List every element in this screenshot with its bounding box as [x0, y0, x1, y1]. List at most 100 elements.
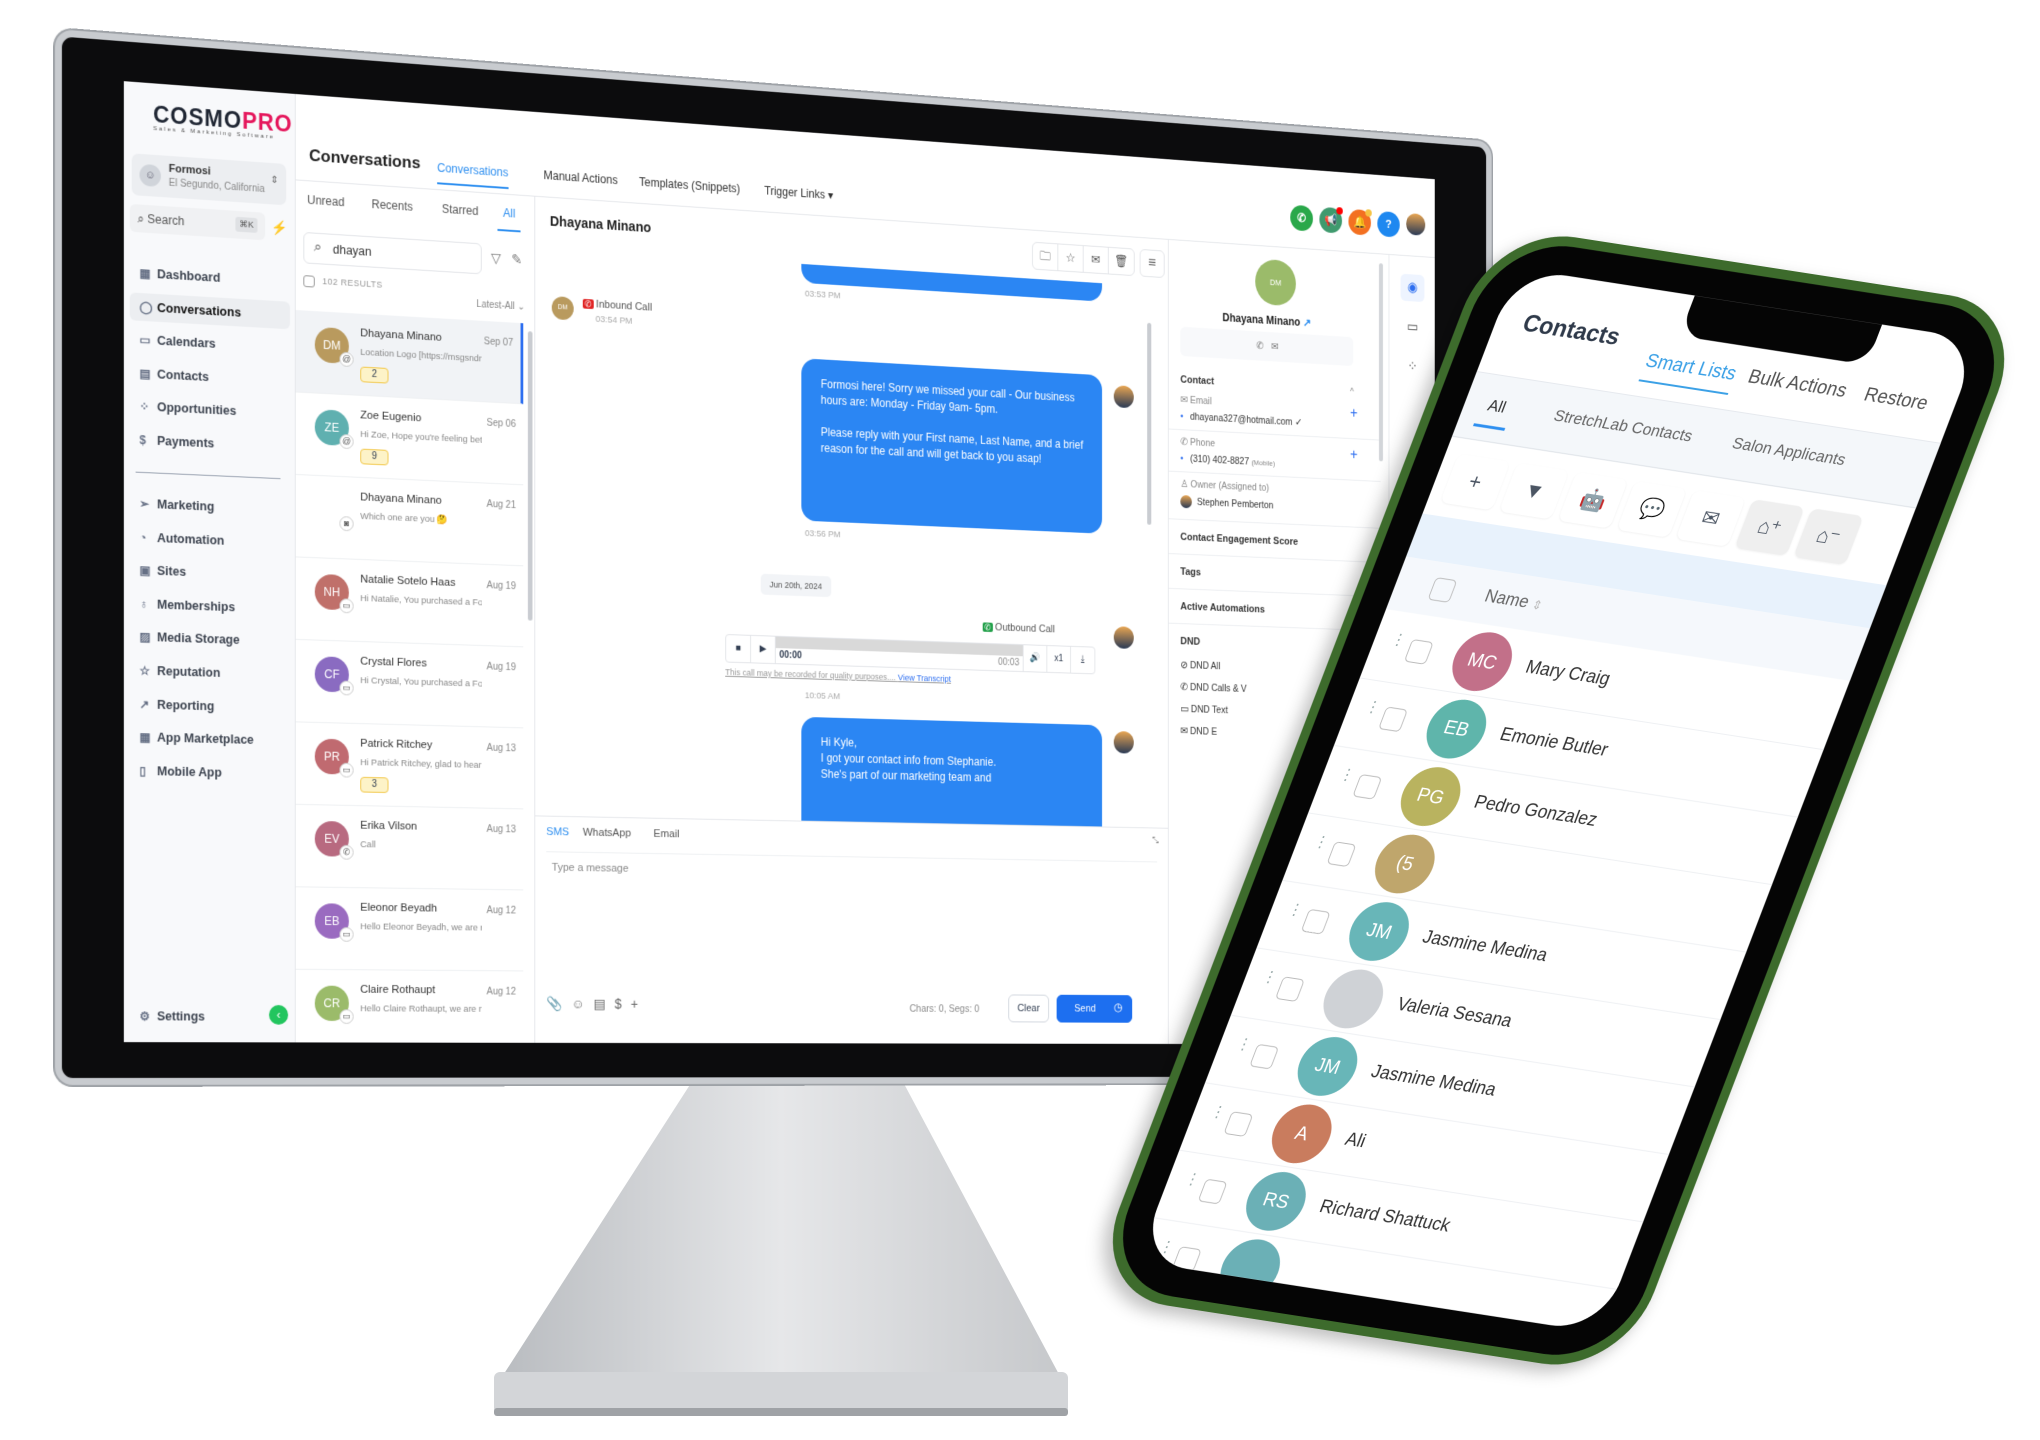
sidebar-item-contacts[interactable]: ▤ Contacts [130, 359, 290, 395]
tab-trigger-links[interactable]: Trigger Links ▾ [764, 184, 833, 202]
play-icon[interactable]: ▶ [750, 635, 776, 664]
scrollbar[interactable] [1147, 322, 1152, 525]
list-stretchlab[interactable]: StretchLab Contacts [1551, 406, 1695, 446]
contact-name[interactable]: Mary Craig [1522, 657, 1613, 690]
tag-remove-icon[interactable]: ⌂⁻ [1793, 508, 1864, 565]
drag-handle-icon[interactable]: ⋮ [1363, 699, 1383, 717]
download-icon[interactable]: ⤓ [1071, 647, 1095, 674]
tab-restore[interactable]: Restore [1861, 384, 1931, 415]
message-icon[interactable]: 💬 [1616, 480, 1688, 538]
select-all-checkbox[interactable] [1427, 577, 1458, 603]
tab-smart-lists[interactable]: Smart Lists [1638, 350, 1740, 395]
row-checkbox[interactable] [1274, 976, 1305, 1003]
plus-icon[interactable]: + [631, 996, 647, 1011]
opportunities-icon[interactable]: ⁘ [1401, 353, 1425, 381]
avatar[interactable] [1406, 212, 1426, 236]
email-button[interactable]: ✉ [1271, 341, 1279, 352]
speed-button[interactable]: x1 [1047, 645, 1071, 673]
tab-sms[interactable]: SMS [546, 826, 569, 838]
contact-name[interactable]: Ali [1342, 1129, 1368, 1153]
drag-handle-icon[interactable]: ⋮ [1208, 1103, 1228, 1121]
sidebar-item-memberships[interactable]: ♁ Memberships [130, 589, 290, 622]
audio-progress[interactable]: 00:00 00:03 [775, 636, 1024, 672]
conversation-item[interactable]: ◙ Dhayana Minano Aug 21 Which one are you 🤔 [295, 474, 524, 567]
row-checkbox[interactable] [1403, 638, 1434, 665]
row-checkbox[interactable] [1326, 841, 1357, 868]
sidebar-search[interactable]: ⌕ Search ⌘K [129, 203, 266, 241]
contact-name[interactable]: Emonie Butler [1497, 725, 1611, 762]
conversation-item[interactable]: NH ▭ Natalie Sotelo Haas Aug 19 Hi Natalie, … [295, 557, 524, 648]
phone-icon[interactable]: ✆ [1290, 204, 1313, 232]
list-salon-applicants[interactable]: Salon Applicants [1729, 434, 1849, 470]
tab-starred[interactable]: Starred [442, 202, 479, 218]
external-link-icon[interactable]: ↗ [1303, 316, 1311, 329]
dnd-text[interactable]: ▭ DND Text [1180, 704, 1227, 716]
sidebar-item-media-storage[interactable]: ▨ Media Storage [130, 623, 290, 656]
drag-handle-icon[interactable]: ⋮ [1234, 1036, 1254, 1054]
tab-recents[interactable]: Recents [372, 197, 413, 213]
conversation-item[interactable]: CF ▭ Crystal Flores Aug 19 Hi Crystal, You p… [295, 639, 524, 729]
tab-conversations[interactable]: Conversations [437, 160, 509, 190]
contact-name[interactable]: Jasmine Medina [1419, 927, 1551, 967]
drag-handle-icon[interactable]: ⋮ [1311, 834, 1331, 852]
message-input[interactable]: Type a message [546, 851, 1158, 981]
volume-icon[interactable]: 🔊 [1023, 645, 1048, 672]
drag-handle-icon[interactable]: ⋮ [1157, 1238, 1177, 1256]
sidebar-item-mobile-app[interactable]: ▯ Mobile App [130, 757, 290, 788]
emoji-icon[interactable]: ☺ [571, 996, 593, 1011]
tab-templates[interactable]: Templates (Snippets) [639, 175, 740, 195]
tab-bulk-actions[interactable]: Bulk Actions [1745, 366, 1850, 403]
row-checkbox[interactable] [1300, 908, 1331, 935]
sidebar-item-automation[interactable]: ◔ Automation [130, 523, 290, 557]
tag-add-icon[interactable]: ⌂⁺ [1734, 499, 1805, 556]
filter-lines-icon[interactable]: ≡ [1139, 248, 1165, 279]
drag-handle-icon[interactable]: ⋮ [1182, 1171, 1202, 1189]
filter-icon[interactable]: ▽ [491, 250, 501, 267]
sort-dropdown[interactable]: Latest-All ⌄ [476, 299, 525, 313]
star-icon[interactable]: ☆ [1058, 244, 1084, 272]
help-icon[interactable]: ? [1377, 210, 1400, 238]
drag-handle-icon[interactable]: ⋮ [1389, 631, 1409, 649]
collapse-sidebar-button[interactable]: ‹ [269, 1004, 289, 1025]
select-all-checkbox[interactable] [303, 275, 315, 288]
sidebar-item-settings[interactable]: ⚙ Settings [130, 1002, 290, 1030]
drag-handle-icon[interactable]: ⋮ [1285, 901, 1305, 919]
view-transcript-link[interactable]: View Transcript [898, 673, 951, 684]
conversation-item[interactable]: CR ▭ Claire Rothaupt Aug 12 Hello Claire Rot… [295, 969, 524, 1045]
row-checkbox[interactable] [1378, 706, 1409, 733]
sidebar-item-sites[interactable]: ▣ Sites [130, 556, 290, 590]
dnd-calls[interactable]: ✆ DND Calls & V [1180, 682, 1246, 695]
trash-icon[interactable]: 🗑 [1109, 248, 1134, 275]
owner-value[interactable]: Stephen Pemberton [1180, 495, 1273, 512]
filter-icon[interactable]: ▼ [1498, 462, 1570, 520]
sidebar-item-marketing[interactable]: ➢ Marketing [130, 489, 290, 524]
conversation-item[interactable]: EB ▭ Eleonor Beyadh Aug 12 Hello Eleonor Bey… [295, 887, 524, 972]
conversation-search-input[interactable]: dhayan [303, 231, 482, 275]
dnd-email[interactable]: ✉ DND E [1180, 726, 1217, 738]
dnd-all[interactable]: ⊘ DND All [1180, 660, 1220, 672]
quick-action-bolt-icon[interactable]: ⚡ [269, 215, 290, 240]
contact-name[interactable]: Richard Shattuck [1316, 1197, 1453, 1238]
tab-whatsapp[interactable]: WhatsApp [583, 827, 631, 839]
stop-icon[interactable]: ■ [726, 634, 751, 663]
sidebar-item-dashboard[interactable]: ▦ Dashboard [130, 259, 290, 296]
compose-icon[interactable]: ✎ [511, 251, 522, 268]
name-column-header[interactable]: Name ⇕ [1482, 586, 1547, 615]
automations-section[interactable]: Active Automations [1180, 601, 1265, 615]
bell-icon[interactable]: 🔔 [1348, 208, 1372, 236]
sidebar-item-calendars[interactable]: ▭ Calendars [130, 325, 290, 362]
clear-button[interactable]: Clear [1008, 994, 1049, 1023]
call-button[interactable]: ✆ [1256, 340, 1264, 351]
row-checkbox[interactable] [1249, 1043, 1280, 1070]
add-email-icon[interactable]: + [1350, 406, 1358, 423]
dollar-icon[interactable]: $ [615, 996, 631, 1011]
conversation-item[interactable]: ZE @ Zoe Eugenio Sep 06 Hi Zoe, Hope you're … [295, 392, 524, 486]
conversation-item[interactable]: PR ▭ Patrick Ritchey Aug 13 Hi Patrick Ritch… [295, 722, 524, 810]
sidebar-item-reputation[interactable]: ☆ Reputation [130, 656, 290, 688]
contact-profile-icon[interactable]: ◉ [1400, 273, 1425, 303]
chevron-up-icon[interactable]: ^ [1350, 388, 1354, 398]
megaphone-icon[interactable]: 📢 [1319, 206, 1343, 234]
schedule-icon[interactable]: ◷ [1114, 1001, 1123, 1014]
email-value[interactable]: dhayana327@hotmail.com ✓ [1180, 411, 1302, 428]
row-checkbox[interactable] [1197, 1178, 1228, 1205]
